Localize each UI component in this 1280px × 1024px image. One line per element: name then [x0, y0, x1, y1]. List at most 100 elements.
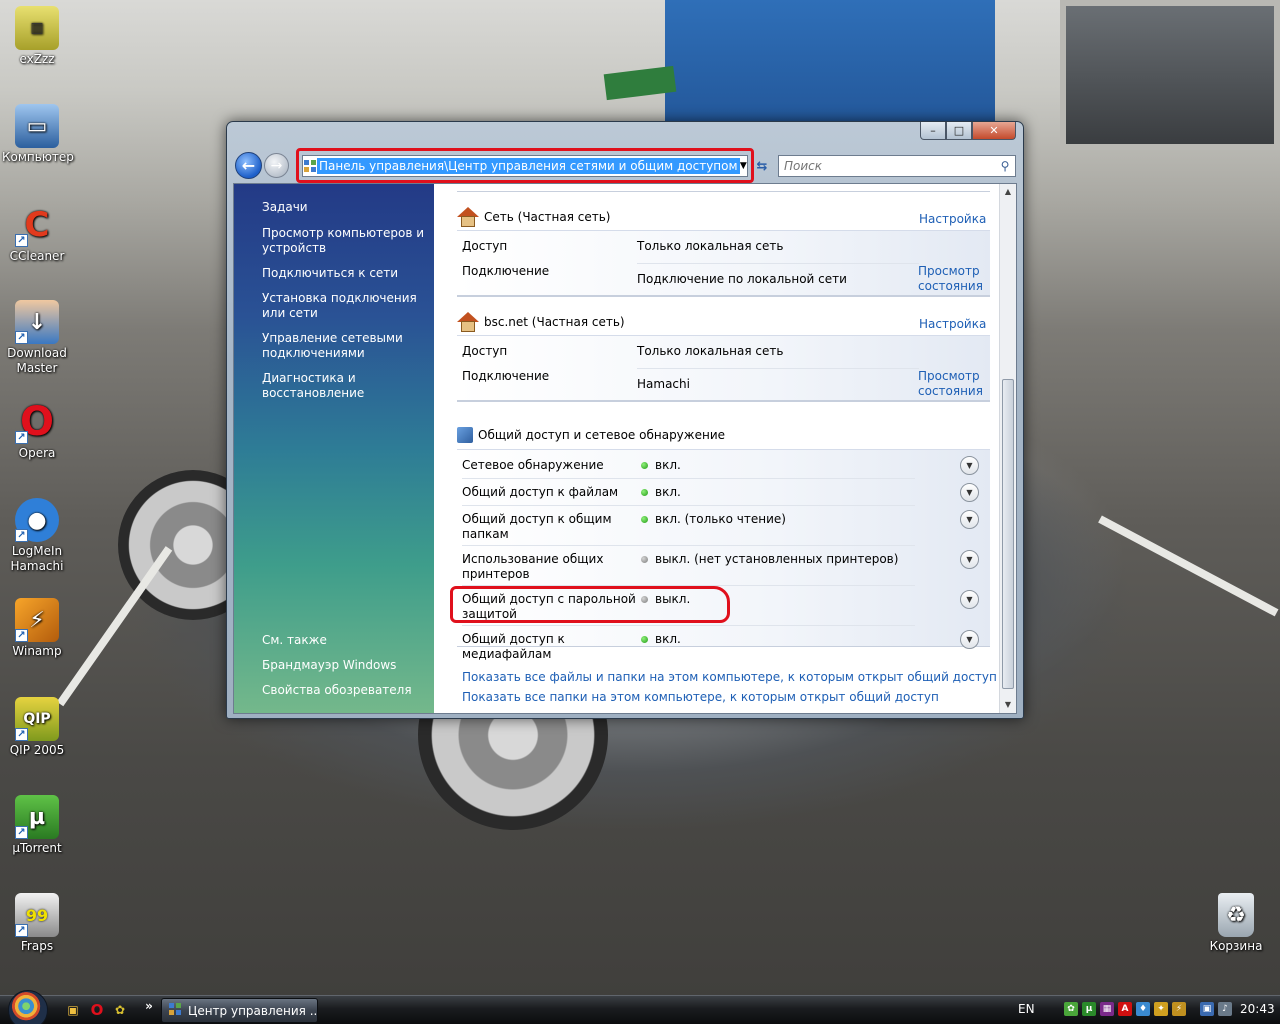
search-input[interactable] [779, 157, 995, 175]
sharing-status: вкл. [641, 458, 681, 472]
clock[interactable]: 20:43 [1240, 1002, 1275, 1016]
vertical-scrollbar[interactable]: ▲ ▼ [999, 184, 1016, 713]
divider [637, 263, 919, 264]
network-name: bsc.net (Частная сеть) [484, 315, 625, 329]
home-network-icon [457, 312, 479, 332]
tray-app-icon[interactable]: ♦ [1136, 1002, 1150, 1016]
sharing-status: выкл. (нет установленных принтеров) [641, 552, 898, 566]
show-shared-files-link[interactable]: Показать все файлы и папки на этом компь… [462, 670, 997, 684]
desktop-icon-computer[interactable]: ▭ Компьютер [2, 104, 74, 165]
winamp-icon: ⚡ ↗ [15, 598, 59, 642]
taskbar-window-button[interactable]: Центр управления ... [161, 998, 318, 1023]
tray-app-icon[interactable]: ✿ [1064, 1002, 1078, 1016]
quicklaunch-more-button[interactable]: » [140, 997, 158, 1015]
expand-button[interactable]: ▼ [960, 550, 979, 569]
sidebar-link-diagnose[interactable]: Диагностика и восстановление [262, 371, 427, 401]
sharing-title: Общий доступ и сетевое обнаружение [478, 428, 726, 442]
forward-button[interactable]: → [264, 153, 289, 178]
sidebar-link-setup-connection[interactable]: Установка подключения или сети [262, 291, 427, 321]
sharing-row-label: Использование общих принтеров [462, 552, 604, 581]
utorrent-tray-icon[interactable]: µ [1082, 1002, 1096, 1016]
refresh-icon: ⇆ [756, 158, 768, 174]
task-sidebar: Задачи Просмотр компьютеров и устройств … [234, 184, 434, 713]
expand-button[interactable]: ▼ [960, 456, 979, 475]
opera-quicklaunch-icon[interactable]: O [88, 1001, 106, 1019]
scroll-down-button[interactable]: ▼ [1000, 697, 1016, 713]
utorrent-icon: µ ↗ [15, 795, 59, 839]
customize-link[interactable]: Настройка [919, 317, 986, 331]
search-box[interactable]: ⚲ [778, 155, 1016, 177]
status-on-icon [641, 461, 648, 469]
arrow-left-icon: ← [241, 156, 256, 175]
sharing-status: вкл. [641, 632, 681, 646]
sharing-status: вкл. (только чтение) [641, 512, 786, 526]
sidebar-link-view-computers[interactable]: Просмотр компьютеров и устройств [262, 226, 427, 256]
sidebar-link-firewall[interactable]: Брандмауэр Windows [262, 658, 427, 673]
expand-button[interactable]: ▼ [960, 483, 979, 502]
qip-quicklaunch-icon[interactable]: ✿ [111, 1001, 129, 1019]
sidebar-link-connect-network[interactable]: Подключиться к сети [262, 266, 427, 281]
opera-icon: O ↗ [15, 400, 59, 444]
sidebar-link-internet-options[interactable]: Свойства обозревателя [262, 683, 427, 698]
home-network-icon [457, 207, 479, 227]
desktop-icon-qip[interactable]: QIP ↗ QIP 2005 [2, 697, 72, 758]
winamp-tray-icon[interactable]: ⚡ [1172, 1002, 1186, 1016]
desktop-icon-winamp[interactable]: ⚡ ↗ Winamp [2, 598, 72, 659]
network-tray-icon[interactable]: ▣ [1200, 1002, 1214, 1016]
fraps-icon: 99 ↗ [15, 893, 59, 937]
sharing-row-label: Сетевое обнаружение [462, 458, 604, 472]
volume-icon[interactable]: ♪ [1218, 1002, 1232, 1016]
show-shared-folders-link[interactable]: Показать все папки на этом компьютере, к… [462, 690, 939, 704]
tray-app-icon[interactable]: ▦ [1100, 1002, 1114, 1016]
access-label: Доступ [462, 239, 508, 253]
scroll-up-button[interactable]: ▲ [1000, 184, 1016, 200]
desktop-icon-exzzz[interactable]: ▥ exZzz [2, 6, 72, 67]
sharing-row-label: Общий доступ к общим папкам [462, 512, 612, 541]
sidebar-link-manage-connections[interactable]: Управление сетевыми подключениями [262, 331, 427, 361]
show-desktop-icon[interactable]: ▣ [64, 1001, 82, 1019]
status-on-icon [641, 635, 648, 643]
sharing-icon [457, 427, 473, 443]
ati-tray-icon[interactable]: A [1118, 1002, 1132, 1016]
chevron-down-icon: ▼ [966, 555, 973, 564]
wallpaper-window [1060, 0, 1280, 150]
divider [462, 545, 915, 546]
network-header: bsc.net (Частная сеть) [457, 312, 625, 332]
window-controls: – □ ✕ [920, 122, 1016, 140]
password-sharing-highlight-annotation [450, 586, 730, 623]
divider [637, 368, 919, 369]
divider [457, 191, 990, 192]
desktop-icon-hamachi[interactable]: ● ↗ LogMeIn Hamachi [2, 498, 72, 574]
chevron-down-icon: ▼ [966, 515, 973, 524]
expand-button[interactable]: ▼ [960, 590, 979, 609]
chevron-down-icon: ▼ [966, 461, 973, 470]
connection-label: Подключение [462, 264, 550, 278]
expand-button[interactable]: ▼ [960, 510, 979, 529]
view-status-link[interactable]: Просмотр состояния [918, 264, 988, 294]
search-icon[interactable]: ⚲ [995, 159, 1015, 173]
desktop-icon-download-master[interactable]: ↓ ↗ Download Master [2, 300, 72, 376]
scroll-thumb[interactable] [1002, 379, 1014, 689]
sharing-header: Общий доступ и сетевое обнаружение [457, 427, 725, 443]
chevron-down-icon: ▼ [966, 595, 973, 604]
folder-archive-icon: ▥ [15, 6, 59, 50]
tray-app-icon[interactable]: ✦ [1154, 1002, 1168, 1016]
connection-label: Подключение [462, 369, 550, 383]
customize-link[interactable]: Настройка [919, 212, 986, 226]
desktop-icon-recycle-bin[interactable]: ♻ Корзина [1201, 893, 1271, 954]
minimize-button[interactable]: – [920, 122, 946, 140]
close-button[interactable]: ✕ [972, 122, 1016, 140]
access-value: Только локальная сеть [637, 239, 784, 253]
network-header: Сеть (Частная сеть) [457, 207, 610, 227]
desktop-icon-ccleaner[interactable]: C ↗ CCleaner [2, 203, 72, 264]
desktop-icon-opera[interactable]: O ↗ Opera [2, 400, 72, 461]
view-status-link[interactable]: Просмотр состояния [918, 369, 988, 399]
desktop-icon-fraps[interactable]: 99 ↗ Fraps [2, 893, 72, 954]
start-button[interactable] [8, 990, 48, 1024]
maximize-button[interactable]: □ [946, 122, 972, 140]
refresh-button[interactable]: ⇆ [752, 155, 772, 177]
back-button[interactable]: ← [235, 152, 262, 179]
language-indicator[interactable]: EN [1018, 1002, 1035, 1016]
expand-button[interactable]: ▼ [960, 630, 979, 649]
desktop-icon-utorrent[interactable]: µ ↗ µTorrent [2, 795, 72, 856]
